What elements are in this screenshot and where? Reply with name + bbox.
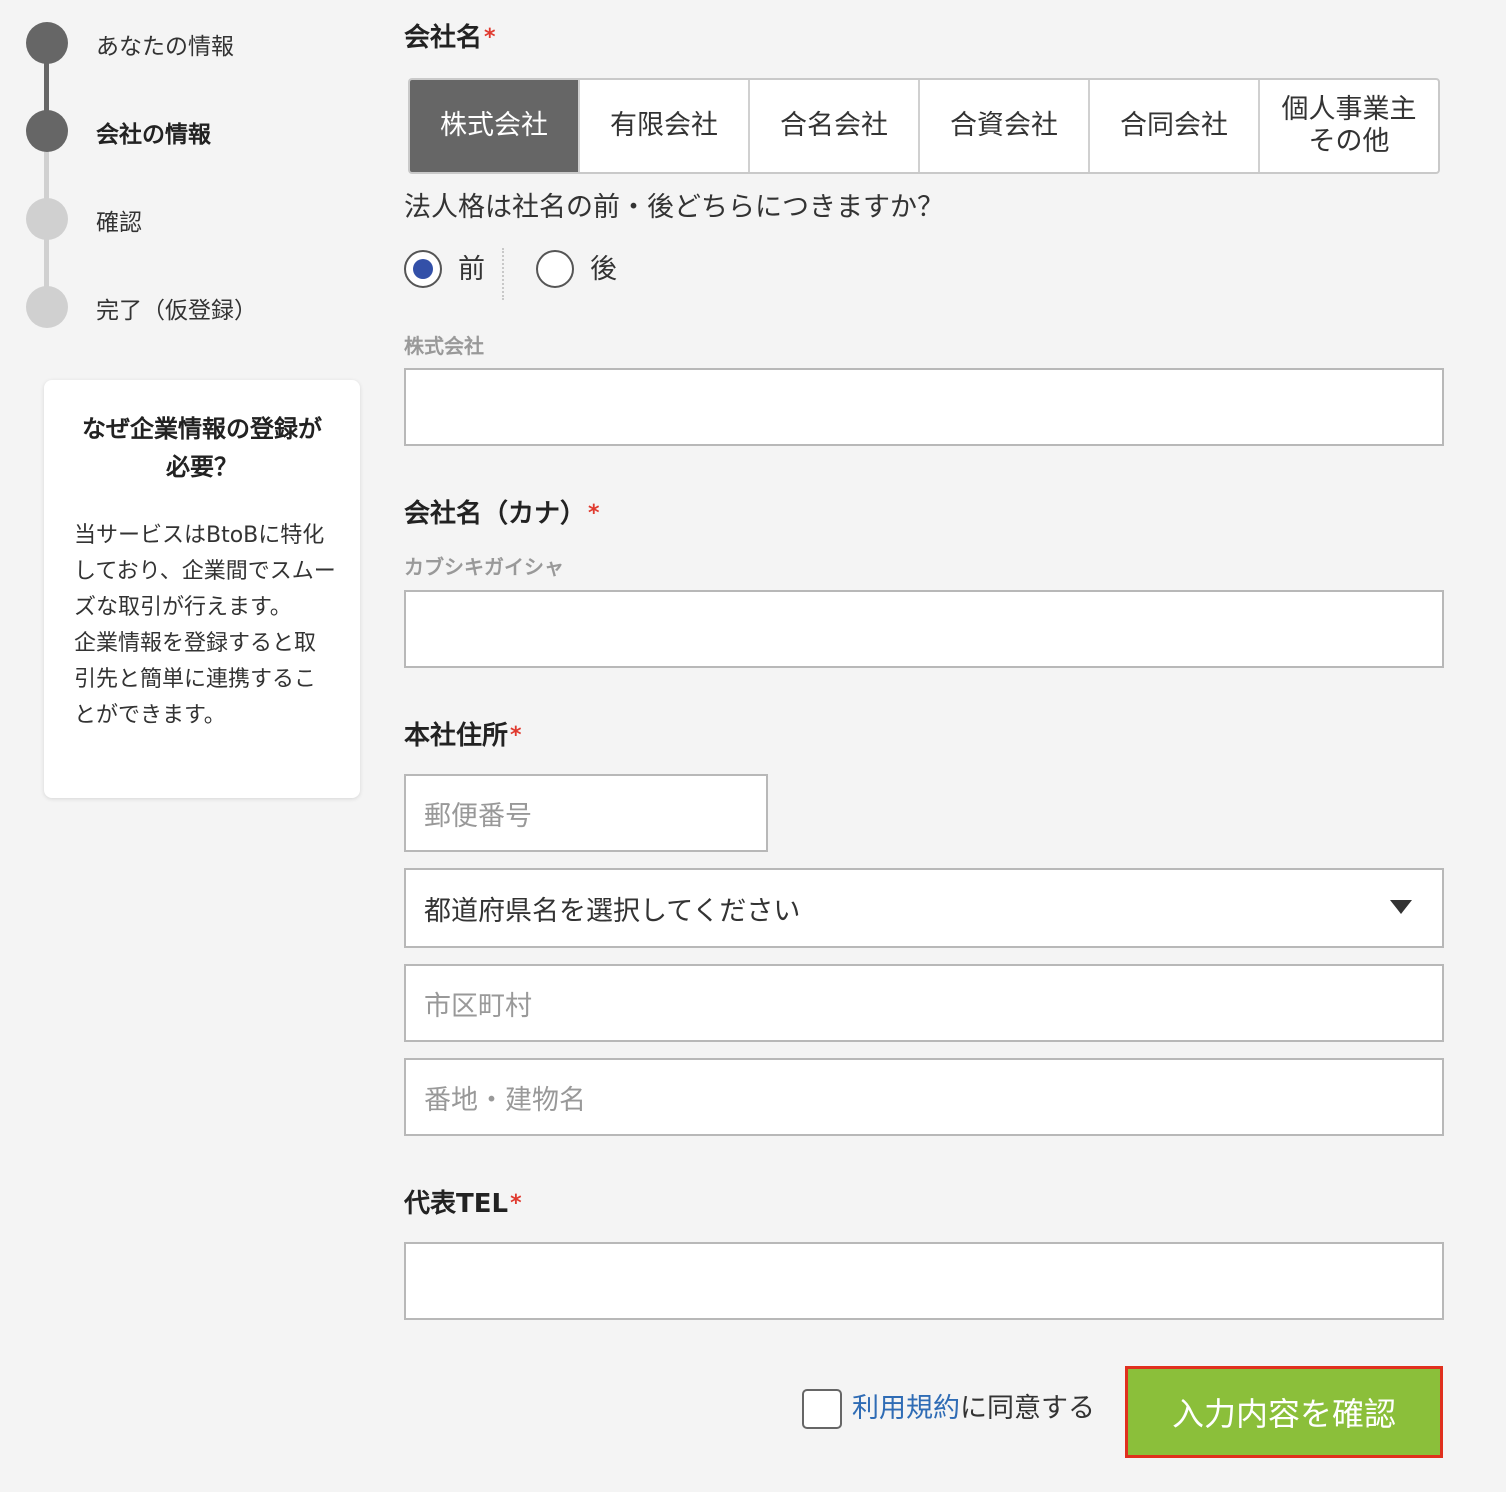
position-radio-after-label[interactable]: 後 (590, 252, 617, 288)
why-company-info-card: なぜ企業情報の登録が必要？ 当サービスはBtoBに特化しており、企業間でスムーズ… (44, 380, 360, 798)
confirm-input-button[interactable]: 入力内容を確認 (1125, 1366, 1443, 1458)
position-radio-before[interactable] (404, 250, 442, 288)
step-dot-confirm (26, 198, 68, 240)
entity-type-yugen[interactable]: 有限会社 (580, 80, 750, 172)
caret-down-icon (1390, 900, 1412, 914)
position-radio-after[interactable] (536, 250, 574, 288)
entity-type-goshi[interactable]: 合資会社 (920, 80, 1090, 172)
entity-type-kabushiki[interactable]: 株式会社 (410, 80, 580, 172)
company-name-input[interactable] (404, 368, 1444, 446)
entity-type-gomei[interactable]: 合名会社 (750, 80, 920, 172)
position-radio-before-label[interactable]: 前 (458, 252, 485, 288)
step-dot-your-info (26, 22, 68, 64)
step-label-your-info: あなたの情報 (96, 34, 234, 60)
step-label-company-info: 会社の情報 (96, 122, 211, 148)
step-dot-complete (26, 286, 68, 328)
company-name-label: 会社名* (404, 23, 496, 53)
phone-input[interactable] (404, 1242, 1444, 1320)
terms-checkbox[interactable] (802, 1389, 842, 1429)
terms-link[interactable]: 利用規約 (852, 1393, 960, 1424)
required-mark: * (510, 723, 522, 748)
step-label-complete: 完了（仮登録） (96, 298, 257, 324)
street-placeholder: 番地・建物名 (424, 1084, 586, 1116)
card-body: 当サービスはBtoBに特化しており、企業間でスムーズな取引が行えます。 企業情報… (74, 523, 336, 728)
entity-type-godo[interactable]: 合同会社 (1090, 80, 1260, 172)
company-kana-input[interactable] (404, 590, 1444, 668)
city-input[interactable]: 市区町村 (404, 964, 1444, 1042)
terms-suffix: に同意する (960, 1393, 1095, 1424)
company-kana-prefix-label: カブシキガイシャ (404, 555, 564, 579)
step-dot-company-info (26, 110, 68, 152)
required-mark: * (510, 1191, 522, 1216)
radio-divider (502, 248, 504, 300)
city-placeholder: 市区町村 (424, 990, 532, 1022)
postal-code-placeholder: 郵便番号 (424, 800, 532, 832)
entity-type-selector: 株式会社 有限会社 合名会社 合資会社 合同会社 個人事業主 その他 (408, 78, 1440, 174)
entity-type-sole-proprietor[interactable]: 個人事業主 その他 (1260, 80, 1438, 172)
step-label-confirm: 確認 (96, 210, 142, 236)
terms-agree-text: 利用規約に同意する (852, 1390, 1095, 1428)
required-mark: * (588, 501, 600, 526)
card-title: なぜ企業情報の登録が必要？ (82, 415, 322, 481)
address-label: 本社住所* (404, 721, 522, 751)
entity-position-question: 法人格は社名の前・後どちらにつきますか？ (404, 192, 944, 223)
company-kana-label: 会社名（カナ）* (404, 499, 600, 529)
company-name-prefix-label: 株式会社 (404, 334, 484, 358)
required-mark: * (484, 25, 496, 50)
postal-code-input[interactable]: 郵便番号 (404, 774, 768, 852)
phone-label: 代表TEL* (404, 1189, 522, 1219)
radio-selected-dot (413, 259, 433, 279)
prefecture-select[interactable]: 都道府県名を選択してください (404, 868, 1444, 948)
street-input[interactable]: 番地・建物名 (404, 1058, 1444, 1136)
prefecture-select-value: 都道府県名を選択してください (424, 895, 801, 927)
